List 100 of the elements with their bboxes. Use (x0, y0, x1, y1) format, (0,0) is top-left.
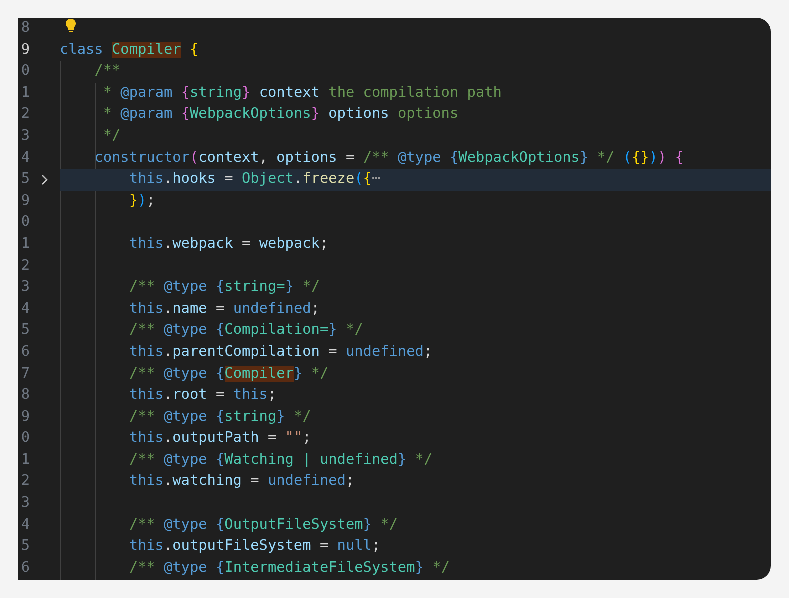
code-token: = (216, 300, 225, 317)
code-comment: @type (164, 408, 208, 425)
line-number: 1 (20, 450, 30, 470)
code-token: } (363, 516, 372, 533)
code-token: parentCompilation (172, 344, 320, 360)
code-token: undefined (268, 473, 346, 490)
line-number: 3 (20, 494, 30, 514)
code-comment: */ (103, 128, 121, 144)
code-token: } (294, 366, 303, 382)
code-token: . (164, 236, 173, 252)
code-comment: @type (164, 452, 208, 468)
code-token: } (580, 150, 589, 166)
code-token: context (259, 84, 320, 101)
line-number: 9 (20, 192, 30, 211)
code-token: string (190, 84, 242, 101)
code-token: this (129, 473, 164, 490)
code-token: . (294, 171, 303, 188)
code-token: outputPath (172, 430, 260, 446)
code-token: class (60, 42, 104, 58)
code-token: undefined (346, 344, 424, 360)
code-comment: /** (363, 150, 390, 166)
code-token: { (363, 171, 372, 188)
code-token: } (129, 192, 138, 209)
lightbulb-icon[interactable] (65, 18, 77, 34)
line-number: 4 (20, 148, 30, 168)
code-token: } (276, 408, 286, 425)
code-comment: @type (164, 560, 208, 576)
code-token: { (450, 150, 459, 166)
code-token: {} (632, 150, 650, 166)
code-token: ; (268, 387, 277, 404)
code-comment: /** (129, 452, 156, 468)
code-token: context (198, 150, 260, 166)
code-comment: /** (94, 63, 121, 80)
code-token: root (172, 387, 208, 404)
code-comment: @type (164, 366, 208, 382)
code-token: this (129, 344, 164, 360)
code-comment: /** (129, 516, 156, 533)
highlighted-word: Compiler (112, 42, 182, 58)
code-token: { (216, 516, 225, 533)
code-comment: /** (129, 279, 156, 296)
code-comment: */ (380, 516, 398, 533)
line-number: 1 (20, 84, 30, 103)
line-number: 0 (20, 213, 30, 232)
code-token: . (164, 344, 173, 360)
line-number: 3 (20, 126, 30, 146)
code-comment: the compilation path (328, 84, 502, 101)
line-number: 2 (20, 105, 30, 124)
code-comment: */ (302, 279, 320, 296)
code-token: = (216, 387, 225, 404)
code-token: . (164, 171, 173, 188)
code-token: . (164, 538, 173, 554)
code-token: this (129, 236, 164, 252)
code-token: } (311, 106, 320, 122)
code-token: ) { (658, 150, 684, 166)
line-number: 2 (20, 256, 30, 276)
code-token: options (328, 106, 390, 122)
code-token: = (250, 473, 260, 490)
chevron-icon[interactable] (41, 174, 49, 186)
code-token: = (224, 171, 234, 188)
code-token: null (337, 538, 372, 554)
code-token: } (415, 560, 424, 576)
code-token: ; (311, 300, 320, 317)
code-token: = (320, 538, 329, 554)
code-comment: @type (398, 150, 442, 166)
line-number: 3 (20, 278, 30, 298)
code-token: { (216, 322, 225, 338)
line-number: 8 (20, 386, 30, 406)
code-token: this (129, 430, 164, 446)
code-token: ; (424, 344, 433, 360)
code-token: OutputFileSystem (224, 516, 364, 533)
code-token: options (276, 150, 338, 166)
code-token: . (164, 387, 173, 404)
code-token: Watching | undefined (224, 452, 398, 468)
code-token: Compilation= (224, 322, 329, 338)
code-token: ( (354, 171, 364, 188)
line-number: 8 (20, 19, 30, 38)
code-token: , (259, 150, 268, 166)
code-token: . (164, 473, 173, 490)
code-comment: */ (294, 408, 312, 425)
code-token: { (190, 42, 199, 58)
code-token: = (328, 344, 338, 360)
code-token: = (268, 430, 277, 446)
line-number: 5 (20, 321, 30, 340)
code-token: this (129, 171, 164, 188)
code-token: = (346, 150, 355, 166)
code-comment: @type (164, 279, 208, 296)
code-comment: * (103, 84, 112, 101)
code-token: ( (623, 150, 632, 166)
code-token: name (172, 300, 208, 317)
code-token: } (328, 322, 338, 338)
line-number: 0 (20, 62, 30, 82)
code-token: ; (346, 473, 355, 490)
line-number: 0 (20, 429, 30, 448)
code-token: { (216, 366, 225, 382)
code-token: { (216, 408, 225, 425)
code-token: WebpackOptions (458, 150, 580, 166)
code-token: IntermediateFileSystem (224, 560, 416, 576)
code-token: this (129, 538, 164, 554)
code-comment: */ (311, 366, 329, 382)
code-comment: @type (164, 516, 208, 533)
